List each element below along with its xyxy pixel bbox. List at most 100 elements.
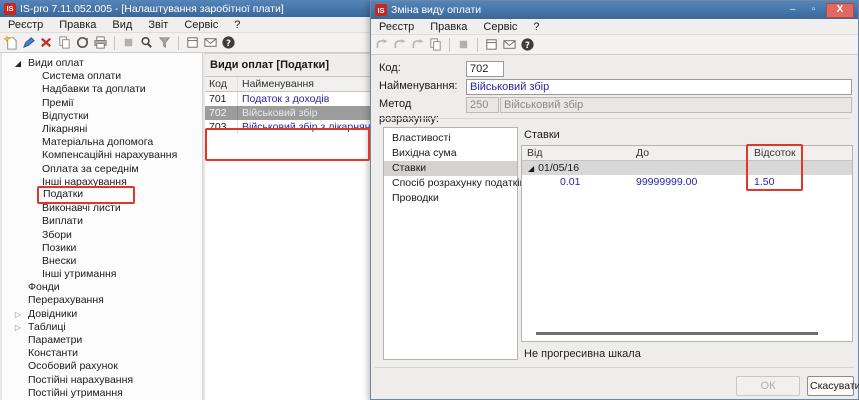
ok-button[interactable]: ОК: [736, 376, 800, 396]
column-from[interactable]: Від: [522, 146, 634, 160]
pay-types-table: Код Найменування 701 Податок з доходів 7…: [205, 76, 372, 400]
horizontal-scrollbar[interactable]: [536, 332, 818, 335]
main-window-title: IS-pro 7.11.052.005 - [Налаштування заро…: [20, 3, 284, 15]
name-label: Найменування:: [379, 79, 464, 94]
menu-vyd[interactable]: Вид: [104, 18, 140, 32]
menu-pravka[interactable]: Правка: [51, 18, 104, 32]
tree-item[interactable]: Відпустки: [2, 110, 202, 123]
help-icon[interactable]: ?: [520, 37, 535, 52]
name-field[interactable]: Військовий збір: [466, 79, 852, 95]
pay-table-header: Код Найменування: [205, 77, 372, 92]
tree-item[interactable]: Особовий рахунок: [2, 360, 202, 373]
rates-table: Від До Відсоток ◢01/05/16 0.01 99999999.…: [521, 145, 853, 342]
mail-icon[interactable]: [203, 35, 218, 50]
expanded-triangle-icon[interactable]: [8, 57, 28, 70]
tree-item[interactable]: Надбавки та доплати: [2, 83, 202, 96]
column-code[interactable]: Код: [205, 77, 238, 91]
dialog-change-pay-type: IS Зміна виду оплати – ▫ X Реєстр Правка…: [370, 0, 859, 400]
help-icon[interactable]: ?: [221, 35, 236, 50]
page-forward-icon[interactable]: [392, 37, 407, 52]
page-back-icon[interactable]: [374, 37, 389, 52]
expanded-triangle-icon[interactable]: ◢: [528, 164, 534, 173]
page-end-icon[interactable]: [410, 37, 425, 52]
dialog-nav-list: Властивості Вихідна сума Ставки Спосіб р…: [383, 127, 518, 360]
filter-icon[interactable]: [157, 35, 172, 50]
tree-item[interactable]: Перерахування: [2, 294, 202, 307]
app-logo-icon: IS: [375, 4, 387, 16]
tree-item[interactable]: Фонди: [2, 281, 202, 294]
tree-item[interactable]: Премії: [2, 97, 202, 110]
menu-help[interactable]: ?: [226, 18, 248, 32]
table-row-701[interactable]: 701 Податок з доходів: [205, 92, 372, 106]
tree-item[interactable]: Матеріальна допомога: [2, 136, 202, 149]
tree-item[interactable]: Позики: [2, 242, 202, 255]
dialog-menubar: Реєстр Правка Сервіс ?: [371, 19, 858, 35]
cancel-button[interactable]: Скасувати: [807, 376, 854, 396]
dialog-menu-pravka[interactable]: Правка: [422, 20, 475, 34]
app-logo-icon: IS: [4, 3, 16, 15]
code-field[interactable]: 702: [466, 61, 504, 77]
copy-icon[interactable]: [57, 35, 72, 50]
menu-zvit[interactable]: Звіт: [140, 18, 176, 32]
tree-item[interactable]: Оплата за середнім: [2, 163, 202, 176]
menu-reestr[interactable]: Реєстр: [0, 18, 51, 32]
column-to[interactable]: До: [634, 146, 750, 160]
mail-icon[interactable]: [502, 37, 517, 52]
dialog-menu-help[interactable]: ?: [525, 20, 547, 34]
delete-icon[interactable]: [39, 35, 54, 50]
window-icon[interactable]: [484, 37, 499, 52]
tree-item[interactable]: Компенсаційні нарахування: [2, 149, 202, 162]
tree-item[interactable]: Таблиці: [2, 321, 202, 334]
copy-icon[interactable]: [428, 37, 443, 52]
new-icon[interactable]: [3, 35, 18, 50]
search-icon[interactable]: [139, 35, 154, 50]
navigation-tree: Види оплат Система оплати Надбавки та до…: [2, 53, 203, 400]
stop-icon[interactable]: [456, 37, 471, 52]
dialog-menu-servis[interactable]: Сервіс: [475, 20, 525, 34]
tree-item-podatky[interactable]: Податки: [2, 189, 202, 202]
tree-item[interactable]: Константи: [2, 347, 202, 360]
tree-item[interactable]: Параметри: [2, 334, 202, 347]
window-icon[interactable]: [185, 35, 200, 50]
tree-item[interactable]: Постійні нарахування: [2, 374, 202, 387]
tree-item[interactable]: Виплати: [2, 215, 202, 228]
nav-item-provodky[interactable]: Проводки: [384, 191, 517, 206]
collapsed-triangle-icon[interactable]: [8, 321, 28, 334]
tree-item[interactable]: Система оплати: [2, 70, 202, 83]
nav-item-vykhidna-suma[interactable]: Вихідна сума: [384, 146, 517, 161]
refresh-icon[interactable]: [75, 35, 90, 50]
tree-item[interactable]: Інші утримання: [2, 268, 202, 281]
nav-item-sposib-rozrakhunku[interactable]: Спосіб розрахунку податків: [384, 176, 517, 191]
method-name-field: Військовий збір: [500, 97, 852, 113]
tree-item-vydy-oplat[interactable]: Види оплат: [2, 57, 202, 70]
collapsed-triangle-icon[interactable]: [8, 308, 28, 321]
rates-table-header: Від До Відсоток: [522, 146, 852, 161]
rates-data-row[interactable]: 0.01 99999999.00 1.50: [522, 175, 852, 190]
maximize-button[interactable]: ▫: [805, 4, 822, 17]
tree-item[interactable]: Постійні утримання: [2, 387, 202, 400]
stop-icon[interactable]: [121, 35, 136, 50]
tree-item[interactable]: Виконавчі листи: [2, 202, 202, 215]
nav-item-vlastyvosti[interactable]: Властивості: [384, 131, 517, 146]
table-row-702-selected[interactable]: 702 Військовий збір: [205, 106, 372, 120]
separator: [375, 367, 854, 368]
close-button[interactable]: X: [826, 3, 854, 18]
table-row-703[interactable]: 703 Військовий збір з лікарняних ПФУ: [205, 120, 372, 134]
print-icon[interactable]: [93, 35, 108, 50]
tree-item[interactable]: Збори: [2, 228, 202, 241]
column-name[interactable]: Найменування: [238, 77, 372, 91]
tree-item[interactable]: Внески: [2, 255, 202, 268]
rates-group-row[interactable]: ◢01/05/16: [522, 161, 852, 175]
column-percent[interactable]: Відсоток: [750, 146, 852, 160]
svg-text:?: ?: [226, 38, 231, 48]
dialog-menu-reestr[interactable]: Реєстр: [371, 20, 422, 34]
dialog-titlebar[interactable]: IS Зміна виду оплати – ▫ X: [371, 1, 858, 19]
tree-item[interactable]: Довідники: [2, 308, 202, 321]
minimize-button[interactable]: –: [784, 4, 801, 17]
edit-icon[interactable]: [21, 35, 36, 50]
red-annotation-box: Податки: [37, 186, 135, 204]
menu-servis[interactable]: Сервіс: [176, 18, 226, 32]
nav-item-stavky-selected[interactable]: Ставки: [384, 161, 517, 176]
tree-item[interactable]: Лікарняні: [2, 123, 202, 136]
dialog-title: Зміна виду оплати: [391, 4, 481, 16]
